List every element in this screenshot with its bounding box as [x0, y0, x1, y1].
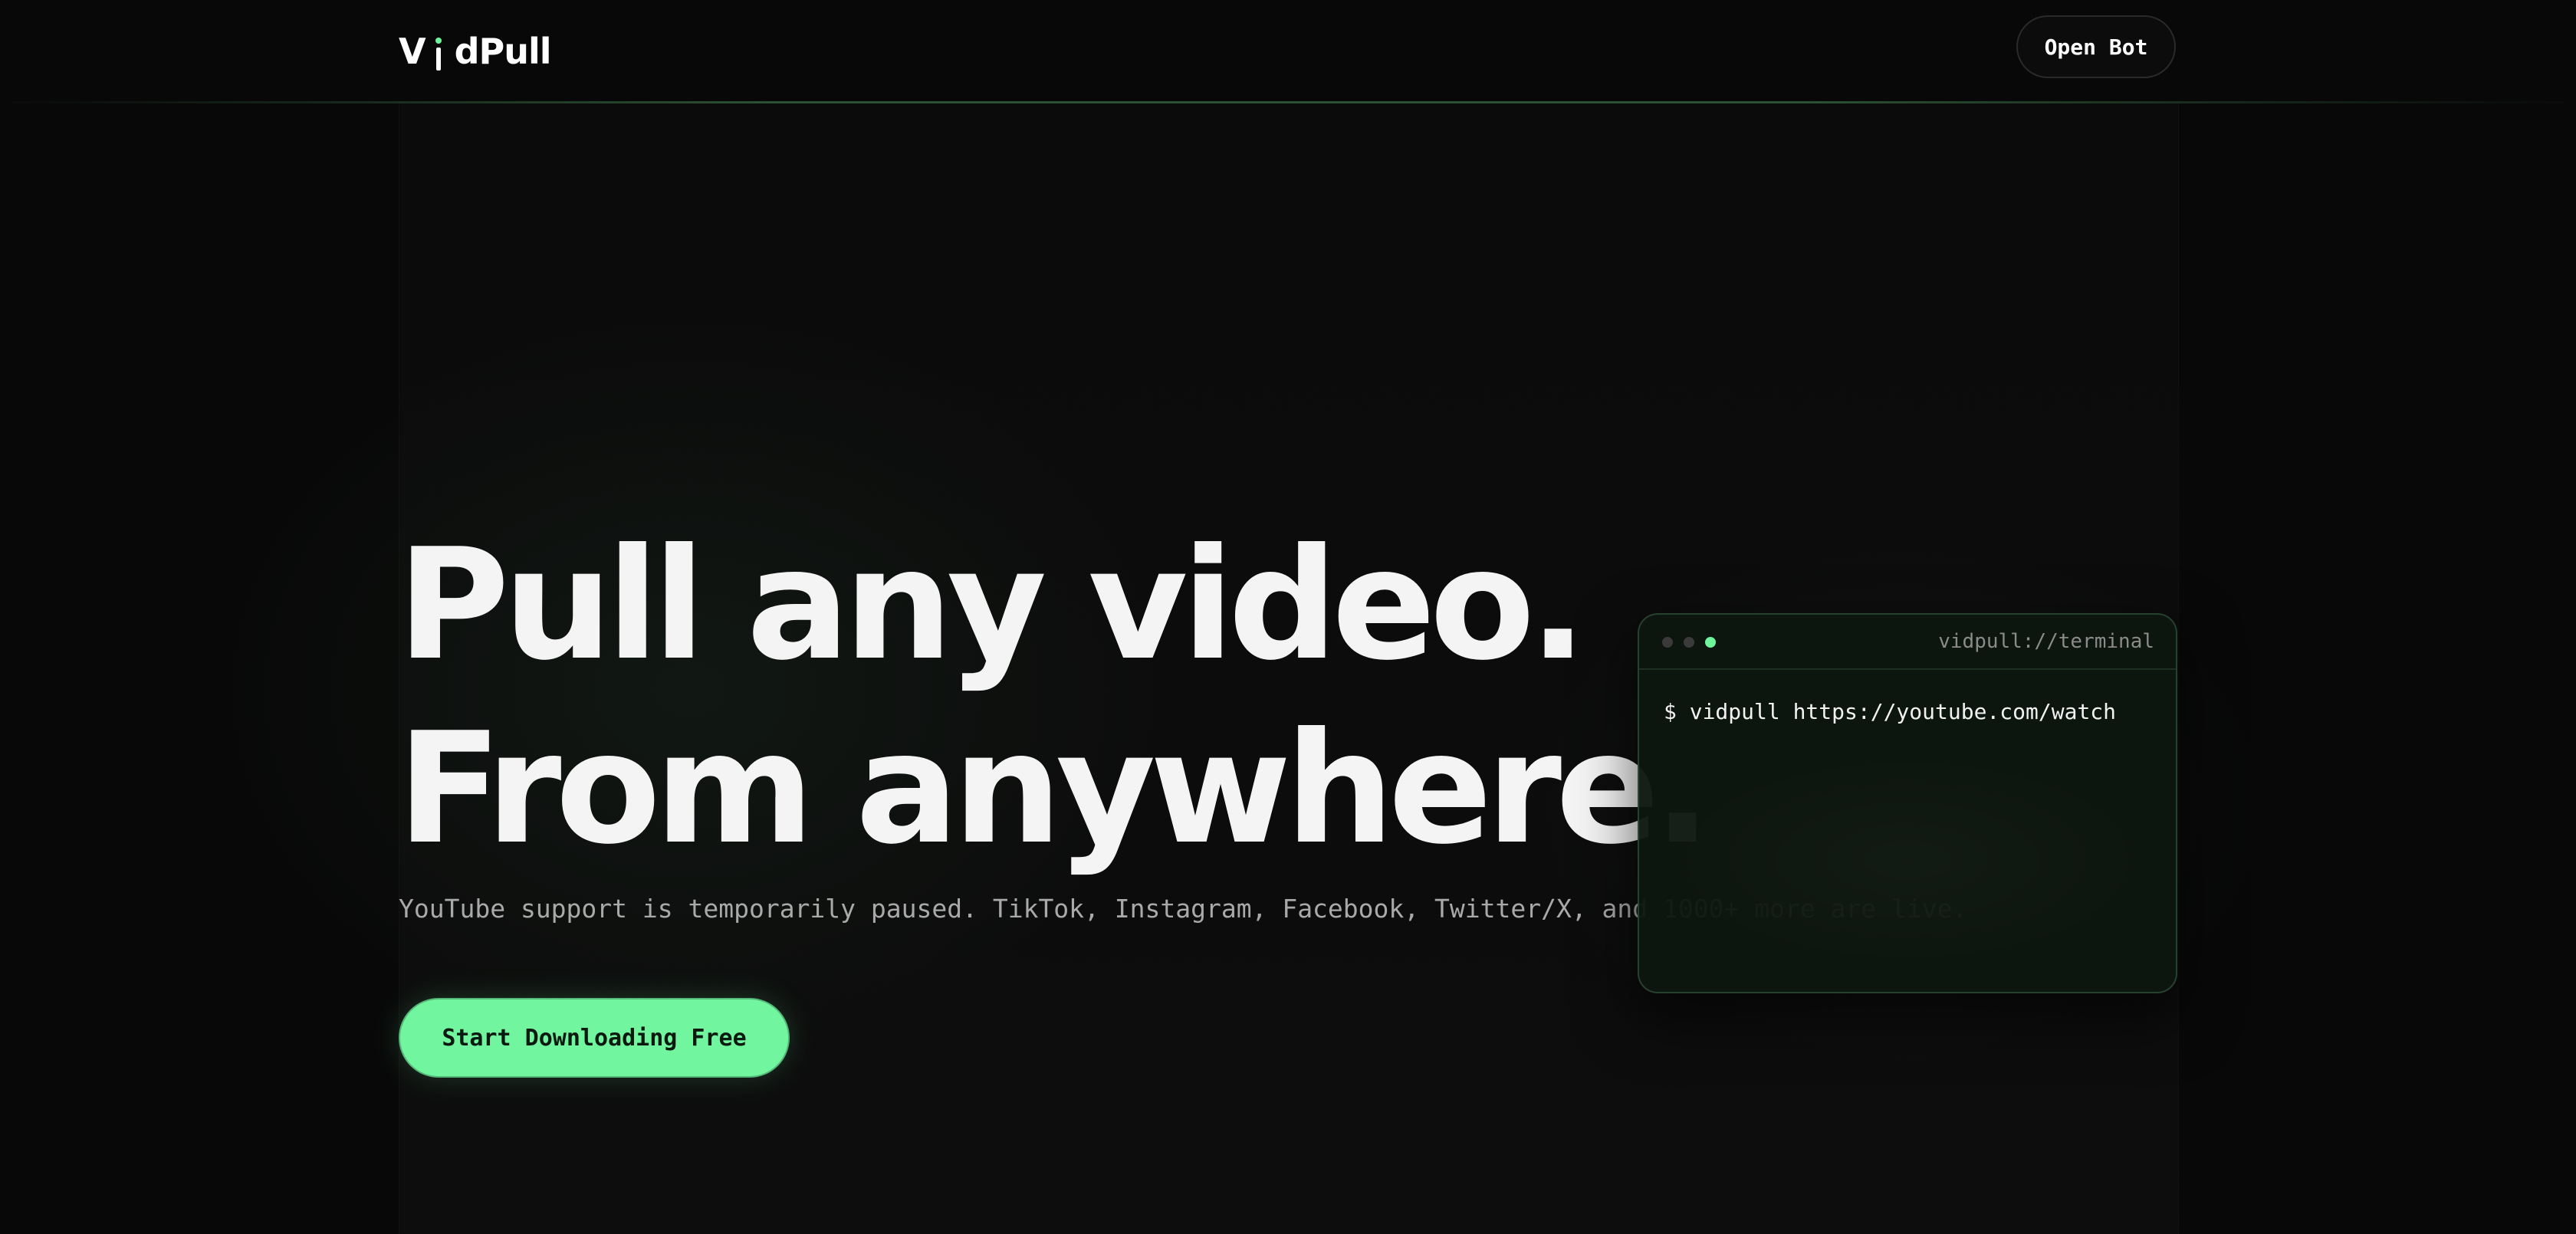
terminal-window: vidpull://terminal $ vidpull https://you… — [1638, 613, 2177, 993]
open-bot-button[interactable]: Open Bot — [2016, 15, 2176, 78]
logo-suffix: dPull — [454, 31, 552, 72]
logo-prefix: V — [399, 31, 426, 72]
logo[interactable]: V dPull — [399, 25, 552, 78]
header-divider — [0, 101, 2576, 103]
terminal-command: $ vidpull https://youtube.com/watch — [1664, 699, 2117, 724]
headline-line-2: From anywhere. — [397, 700, 1712, 878]
terminal-title: vidpull://terminal — [1938, 630, 2154, 653]
window-dot-icon — [1684, 637, 1694, 648]
logo-i-icon — [433, 34, 444, 71]
start-downloading-button[interactable]: Start Downloading Free — [399, 998, 790, 1078]
hero-headline: Pull any video. From anywhere. — [397, 514, 1712, 881]
window-dot-icon — [1662, 637, 1673, 648]
terminal-title-bar: vidpull://terminal — [1639, 615, 2176, 670]
terminal-output-area — [1662, 753, 2153, 967]
window-dot-active-icon — [1705, 637, 1716, 648]
headline-line-1: Pull any video. — [397, 516, 1587, 694]
site-header: V dPull Open Bot — [0, 0, 2576, 103]
